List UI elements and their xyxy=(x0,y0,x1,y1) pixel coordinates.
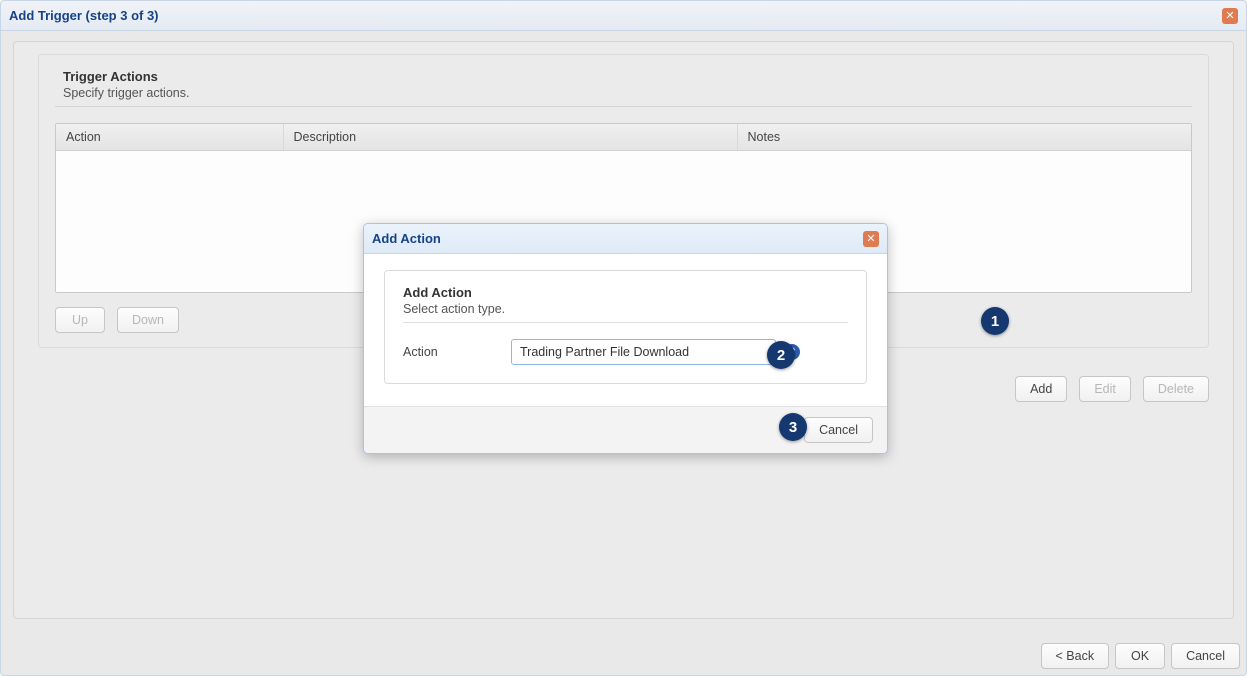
dialog-body: Add Action Select action type. Action ? xyxy=(364,254,887,406)
dialog-titlebar: Add Action ✕ xyxy=(364,224,887,254)
up-button[interactable]: Up xyxy=(55,307,105,333)
crud-buttons: Add Edit Delete xyxy=(1015,376,1209,402)
close-icon[interactable]: ✕ xyxy=(1222,8,1238,24)
action-combobox[interactable] xyxy=(511,339,776,365)
window-title: Add Trigger (step 3 of 3) xyxy=(9,8,159,23)
action-label: Action xyxy=(403,345,511,359)
annotation-badge-1: 1 xyxy=(981,307,1009,335)
col-notes[interactable]: Notes xyxy=(737,124,1191,151)
dialog-footer: Cancel xyxy=(364,406,887,453)
add-button[interactable]: Add xyxy=(1015,376,1067,402)
section-subtitle: Specify trigger actions. xyxy=(55,86,1192,107)
dialog-title: Add Action xyxy=(372,231,441,246)
annotation-badge-3: 3 xyxy=(779,413,807,441)
dialog-cancel-button[interactable]: Cancel xyxy=(804,417,873,443)
window-titlebar: Add Trigger (step 3 of 3) ✕ xyxy=(1,1,1246,31)
cancel-button[interactable]: Cancel xyxy=(1171,643,1240,669)
actions-grid: Action Description Notes xyxy=(56,124,1191,151)
dialog-card: Add Action Select action type. Action ? xyxy=(384,270,867,384)
col-action[interactable]: Action xyxy=(56,124,283,151)
delete-button[interactable]: Delete xyxy=(1143,376,1209,402)
col-description[interactable]: Description xyxy=(283,124,737,151)
edit-button[interactable]: Edit xyxy=(1079,376,1131,402)
dialog-section-subtitle: Select action type. xyxy=(403,302,848,323)
back-button[interactable]: < Back xyxy=(1041,643,1110,669)
section-title: Trigger Actions xyxy=(55,69,1192,84)
down-button[interactable]: Down xyxy=(117,307,179,333)
main-window: Add Trigger (step 3 of 3) ✕ Trigger Acti… xyxy=(0,0,1247,676)
add-action-dialog: Add Action ✕ Add Action Select action ty… xyxy=(363,223,888,454)
annotation-badge-2: 2 xyxy=(767,341,795,369)
table-header-row: Action Description Notes xyxy=(56,124,1191,151)
ok-button[interactable]: OK xyxy=(1115,643,1165,669)
wizard-footer: < Back OK Cancel xyxy=(1041,643,1240,669)
dialog-close-icon[interactable]: ✕ xyxy=(863,231,879,247)
dialog-section-title: Add Action xyxy=(403,285,848,300)
